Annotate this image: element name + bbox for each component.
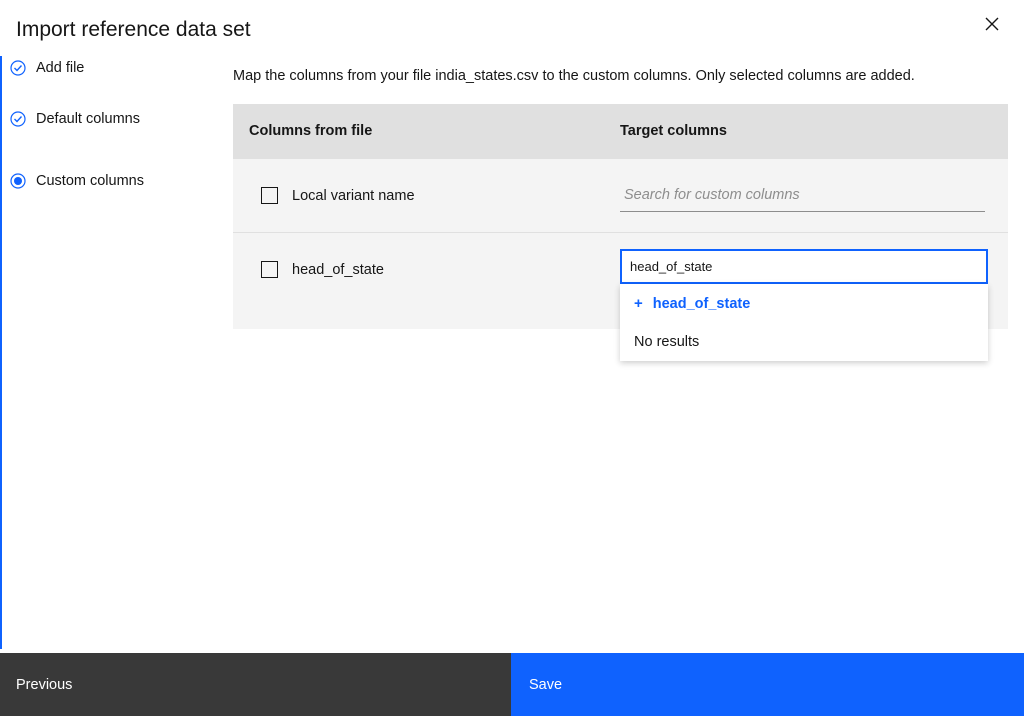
header-columns-from-file: Columns from file: [233, 123, 620, 139]
radio-filled-icon: [10, 173, 26, 189]
step-default-columns[interactable]: Default columns: [2, 88, 217, 150]
close-button[interactable]: [982, 14, 1002, 34]
source-column-name: head_of_state: [292, 262, 384, 278]
check-circle-icon: [10, 60, 26, 76]
no-results-label: No results: [620, 323, 988, 361]
step-label: Custom columns: [36, 173, 144, 189]
header-target-columns: Target columns: [620, 123, 1008, 139]
row-checkbox[interactable]: [261, 261, 278, 278]
table-header: Columns from file Target columns: [233, 104, 1008, 158]
table-row: Local variant name: [233, 158, 1008, 232]
add-new-column-option[interactable]: + head_of_state: [620, 284, 988, 323]
step-custom-columns[interactable]: Custom columns: [2, 150, 217, 212]
column-mapping-table: Columns from file Target columns Local v…: [233, 104, 1008, 329]
step-add-file[interactable]: Add file: [2, 60, 217, 88]
target-column-search[interactable]: [620, 249, 988, 284]
add-option-label: head_of_state: [653, 296, 751, 312]
autocomplete-dropdown: + head_of_state No results: [620, 284, 988, 361]
save-button[interactable]: Save: [511, 653, 1024, 716]
target-column-search[interactable]: [620, 179, 985, 212]
previous-button[interactable]: Previous: [0, 653, 511, 716]
source-column-name: Local variant name: [292, 188, 415, 204]
table-row: head_of_state + head_of_state No results: [233, 232, 1008, 329]
step-label: Add file: [36, 60, 84, 76]
wizard-steps: Add file Default columns Custom columns: [0, 56, 217, 649]
instruction-text: Map the columns from your file india_sta…: [233, 56, 1008, 104]
check-circle-icon: [10, 111, 26, 127]
close-icon: [984, 16, 1000, 32]
step-label: Default columns: [36, 111, 140, 127]
plus-icon: +: [634, 295, 643, 312]
row-checkbox[interactable]: [261, 187, 278, 204]
page-title: Import reference data set: [16, 18, 251, 42]
